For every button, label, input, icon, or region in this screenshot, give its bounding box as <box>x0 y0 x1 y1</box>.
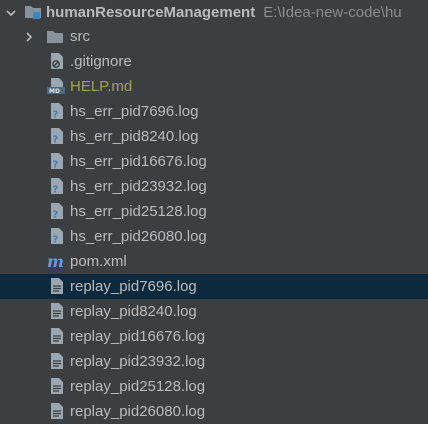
tree-item-log[interactable]: ? hs_err_pid26080.log <box>0 224 428 249</box>
unknown-file-icon: ? <box>48 177 66 196</box>
tree-item-help-md[interactable]: MD HELP.md <box>0 74 428 99</box>
tree-item-label: hs_err_pid7696.log <box>70 103 199 120</box>
unknown-file-icon: ? <box>48 227 66 246</box>
tree-item-label: pom.xml <box>70 253 127 270</box>
project-path: E:\Idea-new-code\hu <box>263 4 402 21</box>
text-file-icon <box>48 302 66 320</box>
tree-item-label: hs_err_pid16676.log <box>70 153 207 170</box>
chevron-right-icon[interactable] <box>22 30 36 44</box>
unknown-file-icon: ? <box>48 102 66 121</box>
tree-item-log[interactable]: replay_pid26080.log <box>0 399 428 424</box>
tree-item-label: replay_pid23932.log <box>70 353 206 370</box>
tree-item-label: hs_err_pid26080.log <box>70 228 207 245</box>
tree-item-log[interactable]: replay_pid16676.log <box>0 324 428 349</box>
markdown-file-icon: MD <box>46 77 65 95</box>
svg-text:?: ? <box>53 185 59 196</box>
chevron-down-icon[interactable] <box>4 6 18 20</box>
tree-item-pom[interactable]: m pom.xml <box>0 249 428 274</box>
svg-text:m: m <box>47 252 64 270</box>
project-name: humanResourceManagement <box>46 4 256 21</box>
tree-item-log[interactable]: ? hs_err_pid16676.log <box>0 149 428 174</box>
text-file-icon <box>48 352 66 370</box>
text-file-icon <box>48 377 66 395</box>
module-folder-icon <box>24 3 42 21</box>
folder-icon <box>46 28 64 46</box>
tree-item-log-selected[interactable]: replay_pid7696.log <box>0 274 428 299</box>
tree-item-log[interactable]: ? hs_err_pid25128.log <box>0 199 428 224</box>
tree-item-log[interactable]: ? hs_err_pid23932.log <box>0 174 428 199</box>
tree-item-src[interactable]: src <box>0 24 428 49</box>
unknown-file-icon: ? <box>48 202 66 221</box>
tree-item-log[interactable]: ? hs_err_pid7696.log <box>0 99 428 124</box>
tree-item-label: replay_pid8240.log <box>70 303 197 320</box>
project-root-row[interactable]: humanResourceManagement E:\Idea-new-code\… <box>0 0 428 25</box>
svg-text:MD: MD <box>49 88 60 95</box>
text-file-icon <box>48 327 66 345</box>
tree-item-label: hs_err_pid25128.log <box>70 203 207 220</box>
project-root-label: humanResourceManagement E:\Idea-new-code\… <box>46 4 402 21</box>
maven-icon: m <box>46 252 64 271</box>
tree-item-label: replay_pid16676.log <box>70 328 206 345</box>
ignored-file-icon <box>48 52 66 70</box>
svg-text:?: ? <box>53 160 59 171</box>
svg-text:?: ? <box>53 210 59 221</box>
unknown-file-icon: ? <box>48 152 66 171</box>
text-file-icon <box>48 402 66 420</box>
tree-item-label: hs_err_pid23932.log <box>70 178 207 195</box>
project-tree: humanResourceManagement E:\Idea-new-code\… <box>0 0 428 424</box>
tree-item-label: hs_err_pid8240.log <box>70 128 199 145</box>
tree-item-log[interactable]: replay_pid8240.log <box>0 299 428 324</box>
tree-item-label: replay_pid7696.log <box>70 278 197 295</box>
tree-item-label: src <box>70 28 90 45</box>
unknown-file-icon: ? <box>48 127 66 146</box>
tree-item-log[interactable]: replay_pid25128.log <box>0 374 428 399</box>
svg-text:?: ? <box>53 135 59 146</box>
tree-item-gitignore[interactable]: .gitignore <box>0 49 428 74</box>
tree-item-label: replay_pid26080.log <box>70 403 206 420</box>
svg-text:?: ? <box>53 235 59 246</box>
text-file-icon <box>48 277 66 295</box>
svg-text:?: ? <box>53 110 59 121</box>
tree-item-log[interactable]: replay_pid23932.log <box>0 349 428 374</box>
tree-item-label: replay_pid25128.log <box>70 378 206 395</box>
tree-item-label: HELP.md <box>70 78 133 95</box>
tree-item-log[interactable]: ? hs_err_pid8240.log <box>0 124 428 149</box>
tree-item-label: .gitignore <box>70 53 132 70</box>
